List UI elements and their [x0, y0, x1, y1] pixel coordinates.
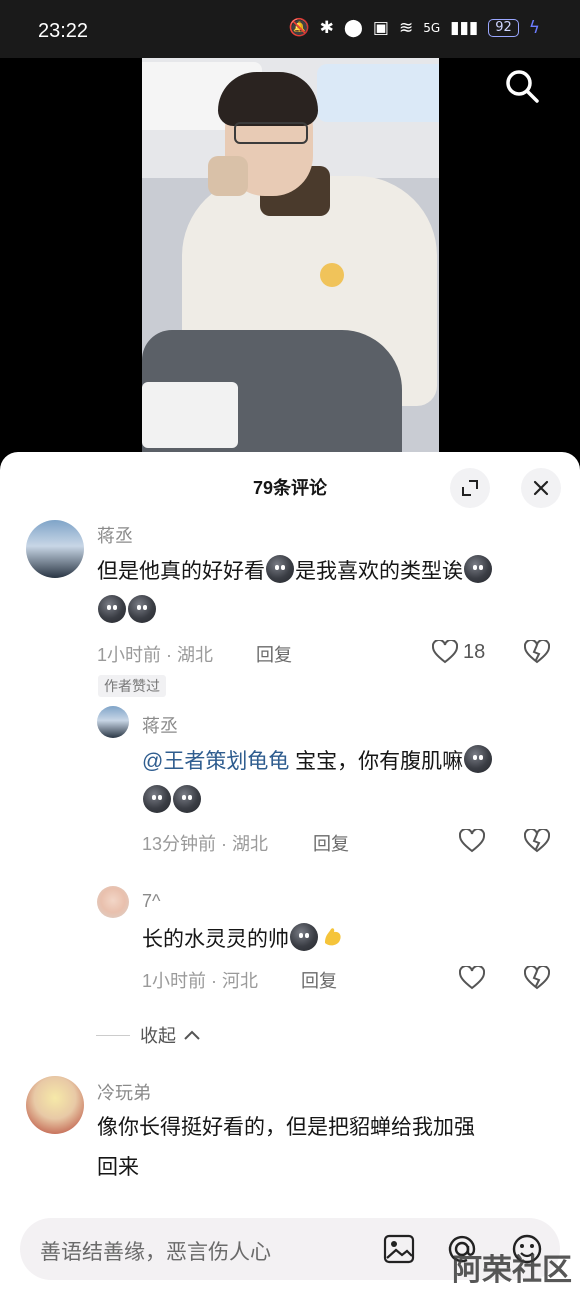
comment-text: 像你长得挺好看的，但是把貂蝉给我加强 回来 — [97, 1108, 475, 1188]
comment-text: 但是他真的好好看 是我喜欢的类型诶 — [97, 552, 493, 632]
like-icon[interactable] — [459, 829, 485, 853]
avatar[interactable] — [26, 1076, 84, 1134]
status-bar: 23:22 🔕 ✱ ⬤ ▣ ≋ 5G ▮▮▮ 92 ϟ — [0, 0, 580, 58]
search-button[interactable] — [502, 66, 542, 106]
emoji-icon — [266, 555, 294, 583]
like-icon[interactable] — [432, 640, 458, 664]
status-icons: 🔕 ✱ ⬤ ▣ ≋ 5G ▮▮▮ 92 ϟ — [288, 18, 540, 38]
foreground-table — [142, 382, 238, 448]
jacket-badge — [320, 263, 344, 287]
emoji-icon — [464, 745, 493, 773]
bluetooth-icon: ✱ — [319, 18, 334, 38]
comment-text-line: 回来 — [97, 1156, 139, 1179]
battery-level: 92 — [488, 19, 519, 37]
person-hair — [218, 72, 318, 126]
network-label: 5G — [423, 21, 441, 35]
signal-icon: ▮▮▮ — [450, 18, 479, 38]
comment-username[interactable]: 冷玩弟 — [97, 1079, 151, 1105]
comments-sheet: 79条评论 蒋丞 但是他真的好好看 是我喜欢的类型诶 1小时前 · 湖北 回复 1… — [0, 452, 580, 1295]
dislike-icon[interactable] — [524, 966, 550, 990]
reply-time-location: 13分钟前 · 湖北 — [142, 834, 269, 854]
hd-icon: ▣ — [372, 18, 389, 38]
person-glasses — [234, 122, 308, 144]
list-fade — [0, 1187, 580, 1217]
background-sign-right — [317, 64, 439, 122]
chevron-up-icon — [184, 1030, 200, 1040]
emoji-icon — [98, 595, 126, 623]
image-icon[interactable] — [382, 1232, 416, 1266]
comment-text-part: 是我喜欢的类型诶 — [295, 560, 463, 583]
comments-count-title: 79条评论 — [252, 478, 328, 498]
reply-time-location: 1小时前 · 河北 — [142, 971, 259, 991]
avatar[interactable] — [26, 520, 84, 578]
dislike-icon[interactable] — [524, 640, 550, 664]
reply-text-part: 宝宝，你有腹肌嘛 — [295, 750, 464, 773]
search-icon — [506, 70, 539, 103]
reply-text: 长的水灵灵的帅 — [142, 920, 347, 960]
mention-link[interactable]: @王者策划龟龟 — [142, 750, 289, 773]
wifi-icon: ≋ — [398, 18, 414, 38]
reply-button[interactable]: 回复 — [301, 967, 337, 993]
emoji-icon — [290, 923, 318, 951]
charging-icon: ϟ — [528, 18, 540, 38]
collapse-label: 收起 — [140, 1026, 176, 1046]
status-time: 23:22 — [38, 20, 89, 42]
reply-text: @王者策划龟龟 宝宝，你有腹肌嘛 — [142, 742, 493, 822]
mute-icon: 🔕 — [288, 18, 310, 38]
reply-text-part: 长的水灵灵的帅 — [142, 928, 289, 951]
divider-line — [96, 1034, 130, 1036]
emoji-icon — [128, 595, 156, 623]
close-button[interactable] — [521, 468, 561, 508]
comment-time-location: 1小时前 · 湖北 — [97, 645, 214, 665]
expand-icon — [462, 480, 478, 496]
video-frame[interactable] — [142, 58, 439, 458]
avatar[interactable] — [97, 706, 129, 738]
expand-button[interactable] — [450, 468, 490, 508]
like-icon[interactable] — [459, 966, 485, 990]
author-liked-badge: 作者赞过 — [98, 675, 166, 697]
dislike-icon[interactable] — [524, 829, 550, 853]
close-icon — [533, 480, 549, 496]
reply-username[interactable]: 7^ — [142, 891, 160, 912]
toy-in-hand — [208, 156, 248, 196]
location-icon: ⬤ — [343, 18, 363, 38]
like-count: 18 — [463, 641, 486, 663]
comment-text-part: 但是他真的好好看 — [97, 560, 265, 583]
emoji-icon — [143, 785, 171, 813]
emoji-icon — [173, 785, 201, 813]
collapse-replies-button[interactable]: 收起 — [96, 1022, 202, 1048]
flex-emoji-icon — [319, 923, 347, 951]
reply-button[interactable]: 回复 — [313, 830, 349, 856]
reply-username[interactable]: 蒋丞 — [142, 712, 178, 738]
emoji-icon — [464, 555, 492, 583]
reply-button[interactable]: 回复 — [256, 641, 292, 667]
comment-username[interactable]: 蒋丞 — [97, 522, 133, 548]
avatar[interactable] — [97, 886, 129, 918]
watermark-text: 阿荣社区 — [452, 1254, 572, 1287]
comment-text-line: 像你长得挺好看的，但是把貂蝉给我加强 — [97, 1116, 475, 1139]
comment-input-placeholder: 善语结善缘，恶言伤人心 — [40, 1241, 271, 1264]
